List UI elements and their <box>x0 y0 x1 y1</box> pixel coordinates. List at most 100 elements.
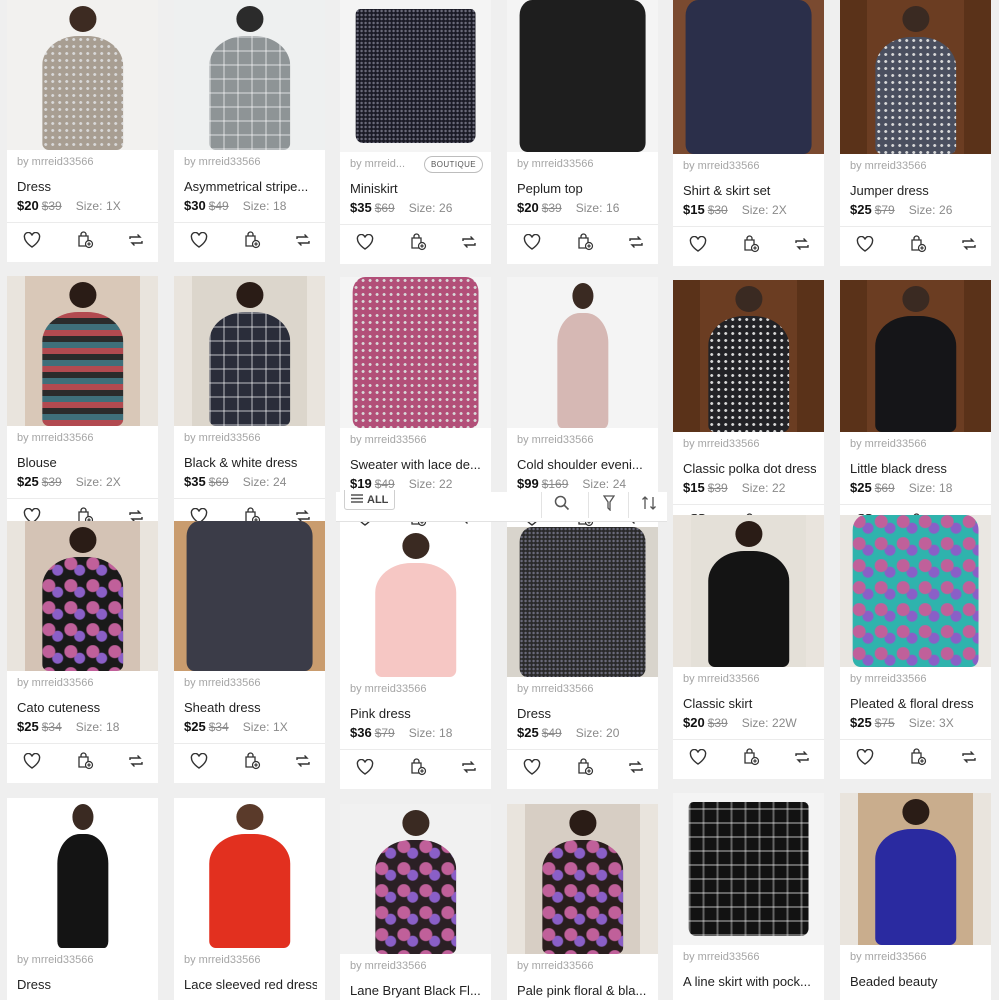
listing-title[interactable]: Pink dress <box>350 706 483 721</box>
like-button[interactable] <box>352 756 378 782</box>
listing-card[interactable]: by mrreid33566 Sheath dress $25 $34 Size: 1X <box>174 521 325 783</box>
listing-title[interactable]: Shirt & skirt set <box>683 183 816 198</box>
listing-photo[interactable] <box>507 277 658 428</box>
listing-card[interactable]: by mrreid33566 Jumper dress $25 $79 Size: 26 <box>840 0 991 266</box>
listing-title[interactable]: Little black dress <box>850 461 983 476</box>
listing-title[interactable]: Jumper dress <box>850 183 983 198</box>
add-to-bundle-button[interactable] <box>405 756 431 782</box>
listing-card[interactable]: by mrreid33566 Lane Bryant Black Fl... <box>340 804 491 1000</box>
share-button[interactable] <box>456 756 482 782</box>
sort-button[interactable] <box>628 492 668 518</box>
share-button[interactable] <box>623 756 649 782</box>
listing-title[interactable]: Sweater with lace de... <box>350 457 483 472</box>
listing-title[interactable]: Pale pink floral & bla... <box>517 983 650 998</box>
listing-card[interactable]: by mrreid33566 Lace sleeved red dress <box>174 798 325 1000</box>
listing-card[interactable]: by mrreid33566 Dress $25 $49 Size: 20 <box>507 527 658 789</box>
listing-title[interactable]: Peplum top <box>517 181 650 196</box>
listing-title[interactable]: Black & white dress <box>184 455 317 470</box>
filter-button[interactable] <box>588 492 628 518</box>
seller-name[interactable]: by mrreid33566 <box>517 683 593 695</box>
listing-title[interactable]: Beaded beauty <box>850 974 983 989</box>
listing-photo[interactable] <box>340 804 491 954</box>
share-button[interactable] <box>789 746 815 772</box>
listing-photo[interactable] <box>673 515 824 667</box>
listing-photo[interactable] <box>840 0 991 154</box>
listing-title[interactable]: Lane Bryant Black Fl... <box>350 983 483 998</box>
add-to-bundle-button[interactable] <box>72 229 98 255</box>
listing-title[interactable]: Dress <box>17 179 150 194</box>
listing-photo[interactable] <box>840 515 991 667</box>
add-to-bundle-button[interactable] <box>905 746 931 772</box>
listing-title[interactable]: Pleated & floral dress <box>850 696 983 711</box>
listing-card[interactable]: by mrreid33566 Blouse $25 $39 Size: 2X <box>7 276 158 538</box>
add-to-bundle-button[interactable] <box>405 231 431 257</box>
listing-photo[interactable] <box>174 798 325 948</box>
like-button[interactable] <box>685 233 711 259</box>
share-button[interactable] <box>123 229 149 255</box>
listing-card[interactable]: by mrreid33566 Cato cuteness $25 $34 Size: 1… <box>7 521 158 783</box>
search-button[interactable] <box>541 492 581 518</box>
listing-card[interactable]: by mrreid33566 Shirt & skirt set $15 $30 Siz… <box>673 0 824 266</box>
seller-name[interactable]: by mrreid... <box>350 158 405 170</box>
like-button[interactable] <box>186 750 212 776</box>
listing-title[interactable]: Dress <box>517 706 650 721</box>
listing-photo[interactable] <box>7 798 158 948</box>
listing-card[interactable]: by mrreid33566 Classic skirt $20 $39 Size: 2… <box>673 515 824 779</box>
listing-title[interactable]: Blouse <box>17 455 150 470</box>
listing-card[interactable]: by mrreid33566 Asymmetrical stripe... $30 $… <box>174 0 325 262</box>
seller-name[interactable]: by mrreid33566 <box>350 960 426 972</box>
listing-photo[interactable] <box>340 0 491 152</box>
like-button[interactable] <box>19 229 45 255</box>
add-to-bundle-button[interactable] <box>572 756 598 782</box>
listing-photo[interactable] <box>673 793 824 945</box>
seller-name[interactable]: by mrreid33566 <box>850 438 926 450</box>
seller-name[interactable]: by mrreid33566 <box>517 434 593 446</box>
listing-title[interactable]: Classic skirt <box>683 696 816 711</box>
listing-photo[interactable] <box>673 0 824 154</box>
add-to-bundle-button[interactable] <box>905 233 931 259</box>
like-button[interactable] <box>352 231 378 257</box>
listing-card[interactable]: by mrreid33566 Pale pink floral & bla... <box>507 804 658 1000</box>
share-button[interactable] <box>789 233 815 259</box>
listing-photo[interactable] <box>7 0 158 150</box>
listing-title[interactable]: Sheath dress <box>184 700 317 715</box>
seller-name[interactable]: by mrreid33566 <box>17 954 93 966</box>
listing-card[interactable]: by mrreid33566 Beaded beauty <box>840 793 991 1000</box>
share-button[interactable] <box>456 231 482 257</box>
like-button[interactable] <box>852 233 878 259</box>
seller-name[interactable]: by mrreid33566 <box>350 434 426 446</box>
listing-card[interactable]: by mrreid33566 Dress <box>7 798 158 1000</box>
listing-card[interactable]: by mrreid33566 Black & white dress $35 $69 S… <box>174 276 325 538</box>
filter-all-button[interactable]: ALL <box>344 490 396 510</box>
listing-photo[interactable] <box>507 804 658 954</box>
listing-photo[interactable] <box>507 0 658 152</box>
seller-name[interactable]: by mrreid33566 <box>850 673 926 685</box>
listing-card[interactable]: by mrreid33566 Classic polka dot dress $15… <box>673 280 824 544</box>
seller-name[interactable]: by mrreid33566 <box>17 432 93 444</box>
listing-title[interactable]: Classic polka dot dress <box>683 461 816 476</box>
seller-name[interactable]: by mrreid33566 <box>683 673 759 685</box>
seller-name[interactable]: by mrreid33566 <box>517 960 593 972</box>
add-to-bundle-button[interactable] <box>239 750 265 776</box>
listing-title[interactable]: Asymmetrical stripe... <box>184 179 317 194</box>
seller-name[interactable]: by mrreid33566 <box>850 160 926 172</box>
listing-card[interactable]: by mrreid33566 Pleated & floral dress $25 $… <box>840 515 991 779</box>
listing-photo[interactable] <box>340 527 491 677</box>
like-button[interactable] <box>852 746 878 772</box>
seller-name[interactable]: by mrreid33566 <box>683 438 759 450</box>
listing-card[interactable]: by mrreid... BOUTIQUE Miniskirt $35 $69 Size:… <box>340 0 491 264</box>
seller-name[interactable]: by mrreid33566 <box>17 677 93 689</box>
share-button[interactable] <box>123 750 149 776</box>
seller-name[interactable]: by mrreid33566 <box>184 156 260 168</box>
listing-card[interactable]: by mrreid33566 A line skirt with pock... <box>673 793 824 1000</box>
share-button[interactable] <box>290 750 316 776</box>
listing-photo[interactable] <box>340 277 491 428</box>
listing-photo[interactable] <box>7 521 158 671</box>
seller-name[interactable]: by mrreid33566 <box>350 683 426 695</box>
listing-photo[interactable] <box>174 521 325 671</box>
listing-photo[interactable] <box>174 276 325 426</box>
listing-title[interactable]: Dress <box>17 977 150 992</box>
seller-name[interactable]: by mrreid33566 <box>683 160 759 172</box>
seller-name[interactable]: by mrreid33566 <box>17 156 93 168</box>
listing-title[interactable]: Lace sleeved red dress <box>184 977 317 992</box>
